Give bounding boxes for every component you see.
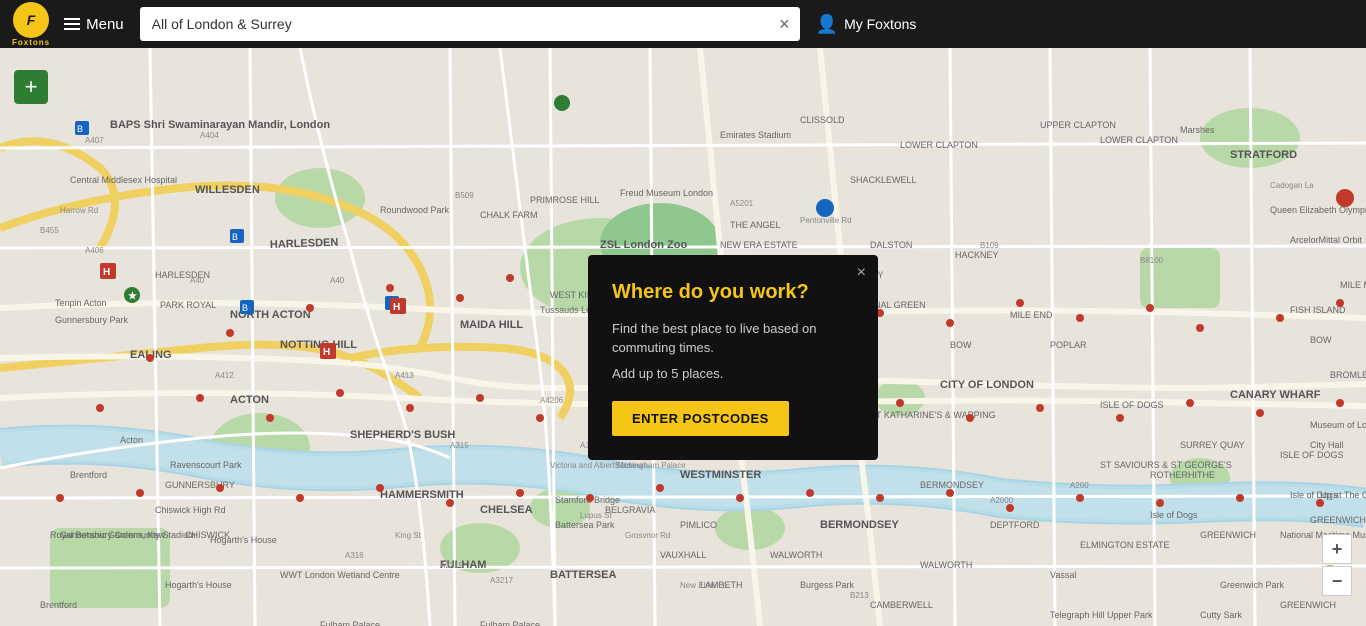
work-modal: × Where do you work? Find the best place… xyxy=(588,255,878,460)
my-foxtons-button[interactable]: 👤 My Foxtons xyxy=(816,14,917,35)
search-clear-button[interactable]: × xyxy=(779,15,790,33)
header: F Foxtons Menu × 👤 My Foxtons xyxy=(0,0,1366,48)
modal-title: Where do you work? xyxy=(612,279,854,305)
my-foxtons-label: My Foxtons xyxy=(844,16,916,32)
logo-area[interactable]: F Foxtons xyxy=(12,2,50,47)
search-bar: × xyxy=(140,7,800,41)
enter-postcodes-label: ENTER POSTCODES xyxy=(632,411,769,426)
logo-letter: F xyxy=(27,12,36,28)
modal-close-button[interactable]: × xyxy=(857,265,866,281)
logo-subtext: Foxtons xyxy=(12,38,50,47)
map-container[interactable]: HARLESDEN NORTH ACTON EALING Acton ACTON… xyxy=(0,48,1366,626)
search-input[interactable] xyxy=(140,7,800,41)
menu-button[interactable]: Menu xyxy=(64,16,124,33)
modal-sub-text: Add up to 5 places. xyxy=(612,366,854,381)
enter-postcodes-button[interactable]: ENTER POSTCODES xyxy=(612,401,789,436)
modal-overlay: × Where do you work? Find the best place… xyxy=(0,48,1366,626)
modal-description: Find the best place to live based on com… xyxy=(612,319,854,358)
foxtons-logo[interactable]: F xyxy=(13,2,49,38)
hamburger-icon xyxy=(64,18,80,30)
close-icon: × xyxy=(857,264,866,281)
menu-label: Menu xyxy=(86,16,124,33)
user-icon: 👤 xyxy=(816,14,838,35)
clear-icon: × xyxy=(779,14,790,34)
